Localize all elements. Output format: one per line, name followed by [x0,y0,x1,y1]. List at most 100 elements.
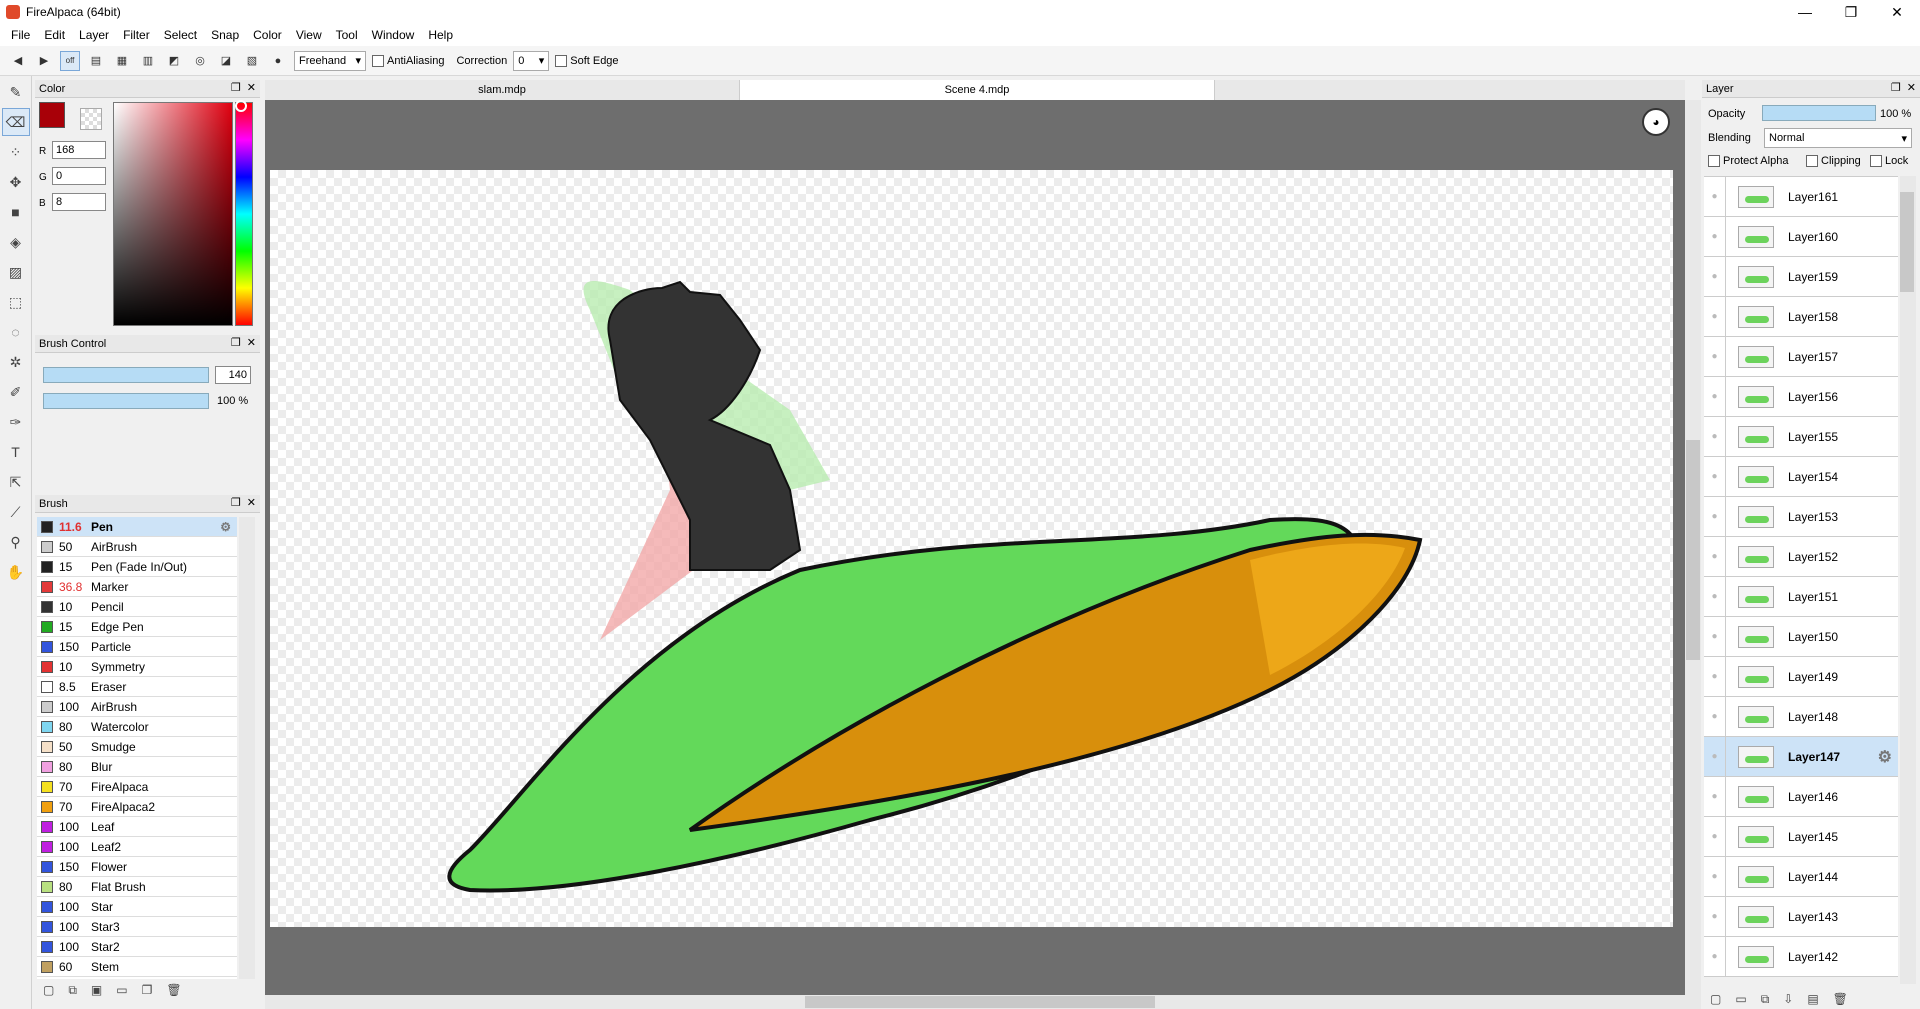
brush-item[interactable]: 100 Leaf [37,817,237,837]
layer-settings-icon[interactable]: ▤ [1807,992,1818,1007]
snap-parallel-icon[interactable]: ▤ [86,51,106,71]
menu-select[interactable]: Select [157,28,204,42]
layer-row[interactable]: ● Layer146 [1704,776,1898,817]
brush-item[interactable]: 100 AirBrush [37,697,237,717]
brush-item[interactable]: 60 Stem [37,957,237,977]
r-input[interactable]: 168 [52,141,106,159]
magic-wand-icon[interactable]: ✲ [2,348,30,376]
hand-icon[interactable]: ✋ [2,558,30,586]
brush-item[interactable]: 100 Leaf2 [37,837,237,857]
brush-item[interactable]: 70 FireAlpaca [37,777,237,797]
menu-help[interactable]: Help [421,28,460,42]
close-icon[interactable]: ✕ [1907,81,1916,94]
visibility-icon[interactable]: ● [1704,336,1726,377]
visibility-icon[interactable]: ● [1704,936,1726,977]
text-icon[interactable]: T [2,438,30,466]
tab-scene-4[interactable]: Scene 4.mdp [740,80,1215,100]
brush-item[interactable]: 50 AirBrush [37,537,237,557]
divide-icon[interactable]: ⟋ [2,498,30,526]
visibility-icon[interactable]: ● [1704,616,1726,657]
layer-opacity-slider[interactable] [1762,105,1876,121]
visibility-icon[interactable]: ● [1704,536,1726,577]
snap-circle-icon[interactable]: ◎ [190,51,210,71]
snap-vanishing-icon[interactable]: ◩ [164,51,184,71]
blending-select[interactable]: Normal ▾ [1764,128,1912,148]
protect-alpha-checkbox[interactable]: Protect Alpha [1708,155,1788,167]
brush-item[interactable]: 10 Pencil [37,597,237,617]
visibility-icon[interactable]: ● [1704,256,1726,297]
visibility-icon[interactable]: ● [1704,736,1726,777]
menu-color[interactable]: Color [246,28,289,42]
snap-grid-icon[interactable]: ▦ [112,51,132,71]
select-eraser-icon[interactable]: ✑ [2,408,30,436]
brush-size-slider[interactable] [43,367,209,383]
new-layer-icon[interactable]: ▢ [1710,992,1721,1007]
layer-row[interactable]: ● Layer156 [1704,376,1898,417]
copy-brush-icon[interactable]: ❐ [142,983,153,998]
visibility-icon[interactable]: ● [1704,816,1726,857]
layer-row[interactable]: ● Layer161 [1704,177,1898,217]
layer-row[interactable]: ● Layer152 [1704,536,1898,577]
brush-item[interactable]: 70 FireAlpaca2 [37,797,237,817]
snap-curve-icon[interactable]: ◪ [216,51,236,71]
delete-layer-icon[interactable]: 🗑 [1833,992,1848,1007]
clipping-checkbox[interactable]: Clipping [1806,155,1861,167]
menu-snap[interactable]: Snap [204,28,246,42]
canvas-horizontal-scroll-thumb[interactable] [805,996,1155,1008]
visibility-icon[interactable]: ● [1704,856,1726,897]
float-icon[interactable]: ❐ [231,81,241,94]
layer-row[interactable]: ● Layer151 [1704,576,1898,617]
brush-item[interactable]: 11.6 Pen ⚙ [37,517,237,537]
layer-row[interactable]: ● Layer142 [1704,936,1898,977]
fill-rect-icon[interactable]: ■ [2,198,30,226]
duplicate-brush-icon[interactable]: ⧉ [68,983,77,998]
brush-item[interactable]: 100 Star3 [37,917,237,937]
menu-window[interactable]: Window [365,28,422,42]
brush-item[interactable]: 10 Symmetry [37,657,237,677]
eraser-icon[interactable]: ⌫ [1,108,30,136]
hue-slider[interactable] [235,102,253,326]
brush-item[interactable]: 60Stem2 [37,977,237,979]
brush-item[interactable]: 150 Particle [37,637,237,657]
brush-item[interactable]: 80 Blur [37,757,237,777]
bucket-icon[interactable]: ◈ [2,228,30,256]
maximize-button[interactable]: ❐ [1828,0,1874,24]
next-icon[interactable]: ▶ [34,51,54,71]
lasso-icon[interactable]: ◌ [2,318,30,346]
alpaca-mascot-icon[interactable]: ◕ [1642,108,1670,136]
visibility-icon[interactable]: ● [1704,456,1726,497]
drawing-canvas[interactable] [270,170,1673,927]
canvas-vertical-scroll-thumb[interactable] [1686,440,1700,660]
snap-off-button[interactable]: off [60,50,80,71]
menu-layer[interactable]: Layer [72,28,116,42]
brush-settings-icon[interactable]: ⚙ [220,520,231,534]
brush-item[interactable]: 15 Pen (Fade In/Out) [37,557,237,577]
close-icon[interactable]: ✕ [247,496,256,509]
close-button[interactable]: ✕ [1874,0,1920,24]
brush-size-input[interactable]: 140 [215,366,251,384]
layer-list-scroll-thumb[interactable] [1900,192,1914,292]
layer-row[interactable]: ● Layer154 [1704,456,1898,497]
soft-edge-checkbox[interactable]: Soft Edge [555,54,619,67]
float-icon[interactable]: ❐ [1891,81,1901,94]
brush-script-icon[interactable]: ▣ [91,983,102,998]
visibility-icon[interactable]: ● [1704,576,1726,617]
float-icon[interactable]: ❐ [231,496,241,509]
menu-filter[interactable]: Filter [116,28,157,42]
operation-icon[interactable]: ⇱ [2,468,30,496]
minimize-button[interactable]: — [1782,0,1828,24]
layer-row[interactable]: ● Layer144 [1704,856,1898,897]
close-icon[interactable]: ✕ [247,336,256,349]
antialiasing-checkbox[interactable]: AntiAliasing [372,54,444,67]
brush-list-scrollbar[interactable] [239,517,255,979]
new-folder-icon[interactable]: ▭ [1735,992,1746,1007]
layer-row[interactable]: ● Layer159 [1704,256,1898,297]
layer-list-scrollbar[interactable] [1900,176,1916,984]
visibility-icon[interactable]: ● [1704,416,1726,457]
snap-3d-icon[interactable]: ▧ [242,51,262,71]
brush-folder-icon[interactable]: ▭ [116,983,127,998]
visibility-icon[interactable]: ● [1704,376,1726,417]
layer-row[interactable]: ● Layer149 [1704,656,1898,697]
layer-row[interactable]: ● Layer147 ⚙ [1704,736,1898,777]
prev-icon[interactable]: ◀ [8,51,28,71]
